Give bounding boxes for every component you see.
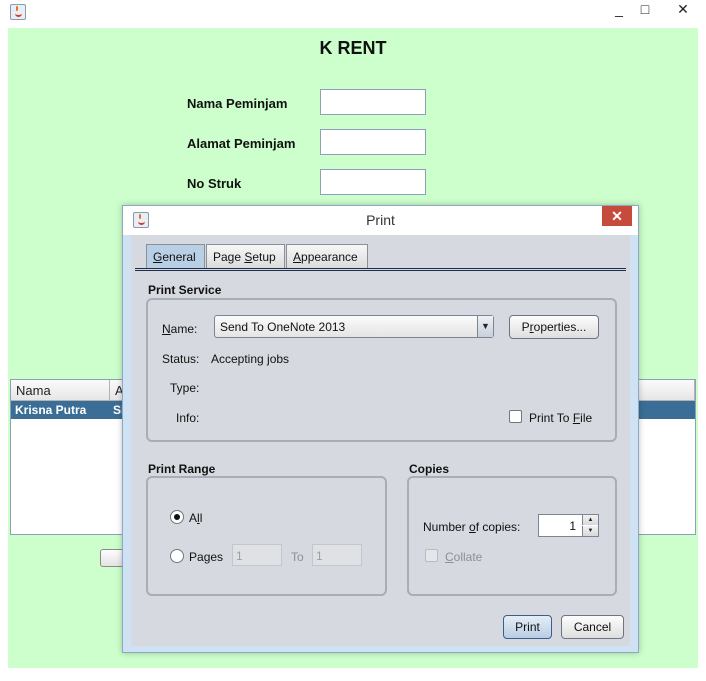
alamat-peminjam-input[interactable] [320,129,426,155]
print-to-file-label: Print To File [529,411,593,425]
title-bar: _ □ ✕ [0,0,706,24]
collate-label: Collate [445,550,483,564]
all-radio[interactable] [170,510,184,524]
pages-to-input[interactable]: 1 [312,544,362,566]
column-header-nama[interactable]: Nama [11,380,110,401]
tab-appearance[interactable]: Appearance [286,244,368,268]
type-label: Type: [170,381,200,395]
window-bottom-edge [0,668,706,681]
dialog-body: General Page Setup Appearance Print Serv… [131,235,630,646]
dialog-title-bar: Print ✕ [123,206,638,235]
properties-button[interactable]: Properties... [509,315,599,339]
info-label: Info: [176,411,200,425]
print-service-title: Print Service [148,283,222,297]
maximize-button[interactable]: □ [632,0,658,20]
app-title: K RENT [319,38,387,58]
print-to-file-checkbox[interactable] [509,410,522,423]
no-struk-label: No Struk [187,176,242,191]
pages-label: Pages [189,550,224,564]
tab-general[interactable]: General [146,244,205,268]
all-label: All [189,511,203,525]
tab-page-setup[interactable]: Page Setup [206,244,285,268]
pages-radio[interactable] [170,549,184,563]
dialog-close-button[interactable]: ✕ [602,206,632,226]
print-service-group: Name: Send To OneNote 2013 ▼ Properties.… [146,298,617,442]
copies-spinner[interactable]: 1 ▲ ▼ [538,514,599,537]
print-range-group: All Pages 1 To 1 [146,476,387,596]
decrement-arrow-icon[interactable]: ▼ [582,526,598,536]
print-button[interactable]: Print [503,615,552,639]
dialog-title: Print [366,212,395,228]
no-struk-input[interactable] [320,169,426,195]
tab-underline [135,268,626,271]
increment-arrow-icon[interactable]: ▲ [582,515,598,525]
to-label: To [291,550,304,564]
printer-select[interactable]: Send To OneNote 2013 ▼ [214,315,494,338]
nama-peminjam-input[interactable] [320,89,426,115]
copies-title: Copies [409,462,450,476]
java-app-icon [10,4,26,20]
cell-nama: Krisna Putra [15,403,87,417]
copies-group: Number of copies: 1 ▲ ▼ Collate [407,476,617,596]
cancel-button[interactable]: Cancel [561,615,624,639]
close-button[interactable]: ✕ [668,0,698,20]
nama-peminjam-label: Nama Peminjam [187,96,288,111]
pages-from-input[interactable]: 1 [232,544,282,566]
print-range-title: Print Range [148,462,216,476]
collate-checkbox[interactable] [425,549,438,562]
chevron-down-icon[interactable]: ▼ [477,316,493,337]
print-dialog: Print ✕ General Page Setup Appearance Pr… [122,205,639,653]
minimize-button[interactable]: _ [606,0,632,20]
status-value: Accepting jobs [211,352,290,366]
status-label: Status: [162,352,200,366]
name-label: Name: [162,322,198,336]
alamat-peminjam-label: Alamat Peminjam [187,136,296,151]
number-of-copies-label: Number of copies: [423,520,521,534]
